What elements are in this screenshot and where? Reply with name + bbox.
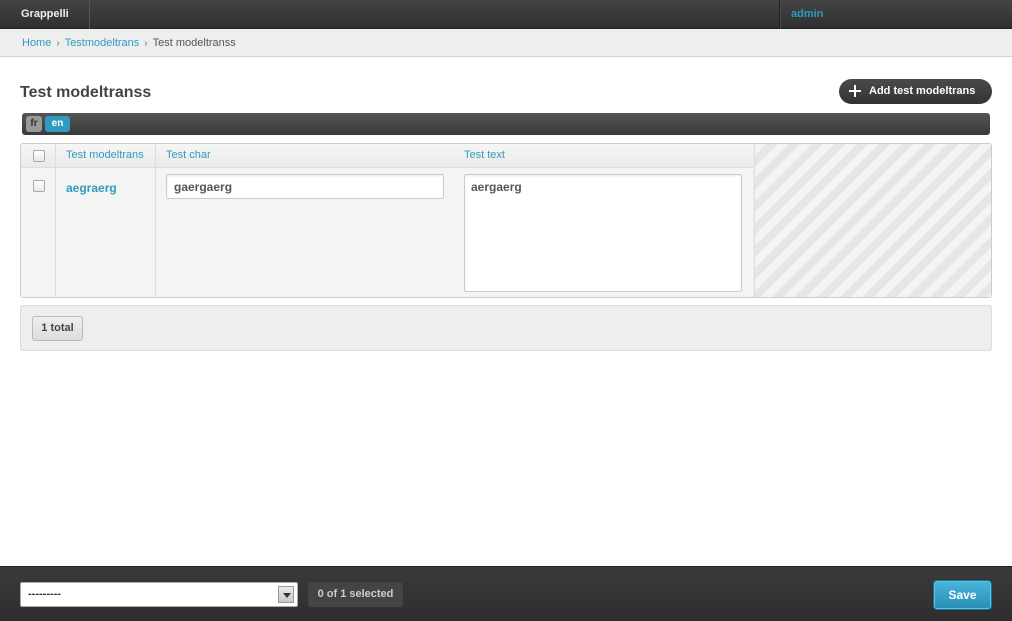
breadcrumb-current: Test modeltranss [152,37,236,49]
language-tab-bar: fr en [22,113,990,135]
top-header: Grappelli admin [0,0,1012,29]
column-divider [155,144,156,297]
column-header-test-char[interactable]: Test char [156,144,454,168]
user-menu[interactable]: admin [779,0,1012,29]
column-header-test-modeltrans[interactable]: Test modeltrans [56,144,156,168]
column-divider [55,144,56,297]
action-select-value: --------- [28,588,61,600]
breadcrumb-app[interactable]: Testmodeltrans [65,37,140,49]
selection-counter: 0 of 1 selected [308,582,403,607]
breadcrumb-home[interactable]: Home [22,37,51,49]
chevron-down-icon[interactable] [278,586,294,603]
action-select[interactable]: --------- [20,582,298,607]
breadcrumb-separator: › [144,38,148,49]
result-table: Test modeltrans Test char Test text aegr… [20,143,992,298]
paginator: 1 total [20,305,992,351]
submit-footer: --------- 0 of 1 selected Save [0,566,1012,621]
total-count-badge: 1 total [32,316,83,341]
brand-link[interactable]: Grappelli [0,0,90,29]
language-tab-en[interactable]: en [45,116,70,132]
breadcrumb: Home › Testmodeltrans › Test modeltranss [0,29,1012,57]
add-test-modeltrans-button[interactable]: Add test modeltrans [839,79,992,104]
column-header-test-text[interactable]: Test text [454,144,753,168]
language-tab-fr[interactable]: fr [26,116,42,132]
table-body: Test modeltrans Test char Test text aegr… [21,144,753,297]
save-button[interactable]: Save [934,581,991,609]
row-select-checkbox[interactable] [33,180,45,192]
empty-area [754,144,991,297]
test-char-input[interactable] [166,174,444,199]
plus-icon [849,85,861,97]
header-checkbox-cell [21,144,56,168]
select-all-checkbox[interactable] [33,150,45,162]
add-button-label: Add test modeltrans [869,85,976,97]
test-text-textarea[interactable]: aergaerg [464,174,742,292]
breadcrumb-separator: › [56,38,60,49]
row-link[interactable]: aegraerg [66,181,117,195]
page-title: Test modeltranss [20,84,152,101]
